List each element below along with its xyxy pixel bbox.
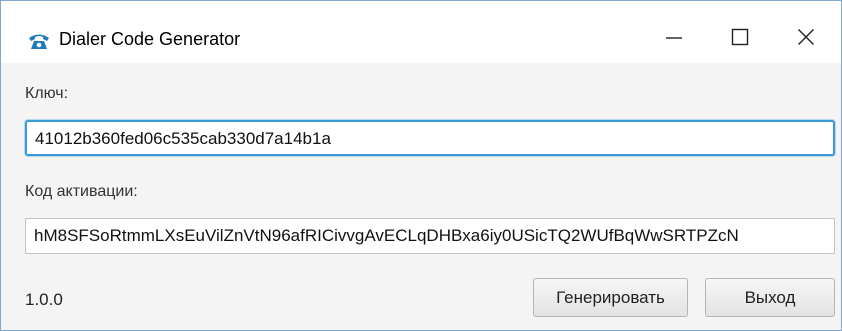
close-button[interactable] bbox=[777, 19, 835, 59]
telephone-icon bbox=[28, 32, 50, 50]
key-label: Ключ: bbox=[25, 85, 69, 102]
exit-button[interactable]: Выход bbox=[705, 278, 835, 317]
maximize-icon bbox=[731, 28, 749, 51]
close-icon bbox=[797, 28, 815, 51]
minimize-icon bbox=[665, 28, 683, 51]
app-window: Dialer Code Generator Ключ: 41012b360fed… bbox=[0, 0, 842, 331]
generate-button[interactable]: Генерировать bbox=[533, 278, 688, 317]
version-label: 1.0.0 bbox=[25, 290, 63, 309]
title-bar[interactable]: Dialer Code Generator bbox=[1, 1, 841, 63]
maximize-button[interactable] bbox=[711, 19, 769, 59]
activation-code-field[interactable]: hM8SFSoRtmmLXsEuVilZnVtN96afRICivvgAvECL… bbox=[25, 218, 835, 254]
key-input[interactable]: 41012b360fed06c535cab330d7a14b1a bbox=[25, 120, 835, 156]
minimize-button[interactable] bbox=[645, 19, 703, 59]
activation-code-label: Код активации: bbox=[25, 183, 138, 200]
window-title: Dialer Code Generator bbox=[59, 29, 241, 49]
